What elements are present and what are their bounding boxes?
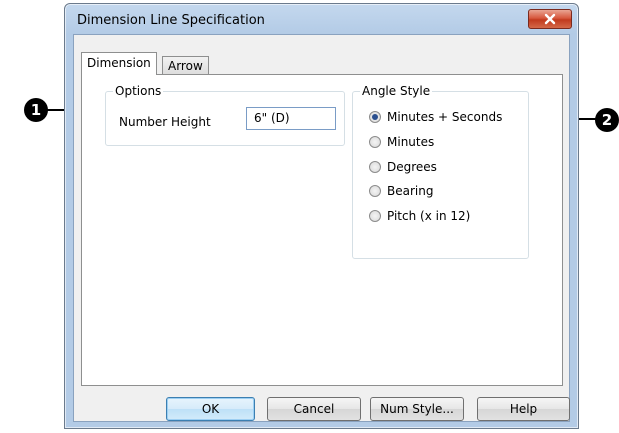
tab-dimension[interactable]: Dimension — [81, 52, 157, 75]
angle-style-group: Angle Style Minutes + Seconds Minutes De… — [352, 84, 529, 259]
radio-label: Minutes + Seconds — [387, 110, 503, 124]
callout-1: 1 — [24, 98, 48, 122]
cancel-button[interactable]: Cancel — [267, 397, 361, 421]
number-height-input[interactable]: 6" (D) — [246, 107, 336, 130]
radio-button-icon[interactable] — [369, 185, 381, 197]
radio-bearing[interactable]: Bearing — [369, 184, 433, 198]
radio-button-icon[interactable] — [369, 111, 381, 123]
radio-label: Pitch (x in 12) — [387, 209, 471, 223]
number-height-label: Number Height — [119, 115, 211, 129]
title-bar[interactable]: Dimension Line Specification — [65, 4, 578, 34]
dialog-client-area: Dimension Arrow Options Number Height 6"… — [73, 34, 570, 422]
window-title: Dimension Line Specification — [77, 13, 265, 28]
radio-minutes[interactable]: Minutes — [369, 135, 434, 149]
dialog-window: Dimension Line Specification Dimension A… — [64, 3, 579, 429]
callout-2: 2 — [595, 108, 619, 132]
radio-degrees[interactable]: Degrees — [369, 160, 437, 174]
angle-style-legend: Angle Style — [360, 84, 433, 98]
options-group: Options Number Height 6" (D) — [105, 84, 345, 146]
close-button[interactable] — [528, 9, 572, 29]
tab-panel-dimension: Options Number Height 6" (D) Angle Style… — [81, 74, 563, 386]
close-icon — [544, 13, 556, 25]
num-style-button[interactable]: Num Style... — [370, 397, 464, 421]
radio-label: Minutes — [387, 135, 435, 149]
radio-button-icon[interactable] — [369, 210, 381, 222]
radio-pitch[interactable]: Pitch (x in 12) — [369, 209, 470, 223]
radio-minutes-seconds[interactable]: Minutes + Seconds — [369, 110, 502, 124]
radio-button-icon[interactable] — [369, 161, 381, 173]
radio-button-icon[interactable] — [369, 136, 381, 148]
ok-button[interactable]: OK — [166, 397, 255, 421]
radio-label: Degrees — [387, 160, 437, 174]
options-legend: Options — [113, 84, 164, 98]
tab-arrow[interactable]: Arrow — [162, 56, 209, 75]
help-button[interactable]: Help — [477, 397, 570, 421]
radio-label: Bearing — [387, 184, 434, 198]
